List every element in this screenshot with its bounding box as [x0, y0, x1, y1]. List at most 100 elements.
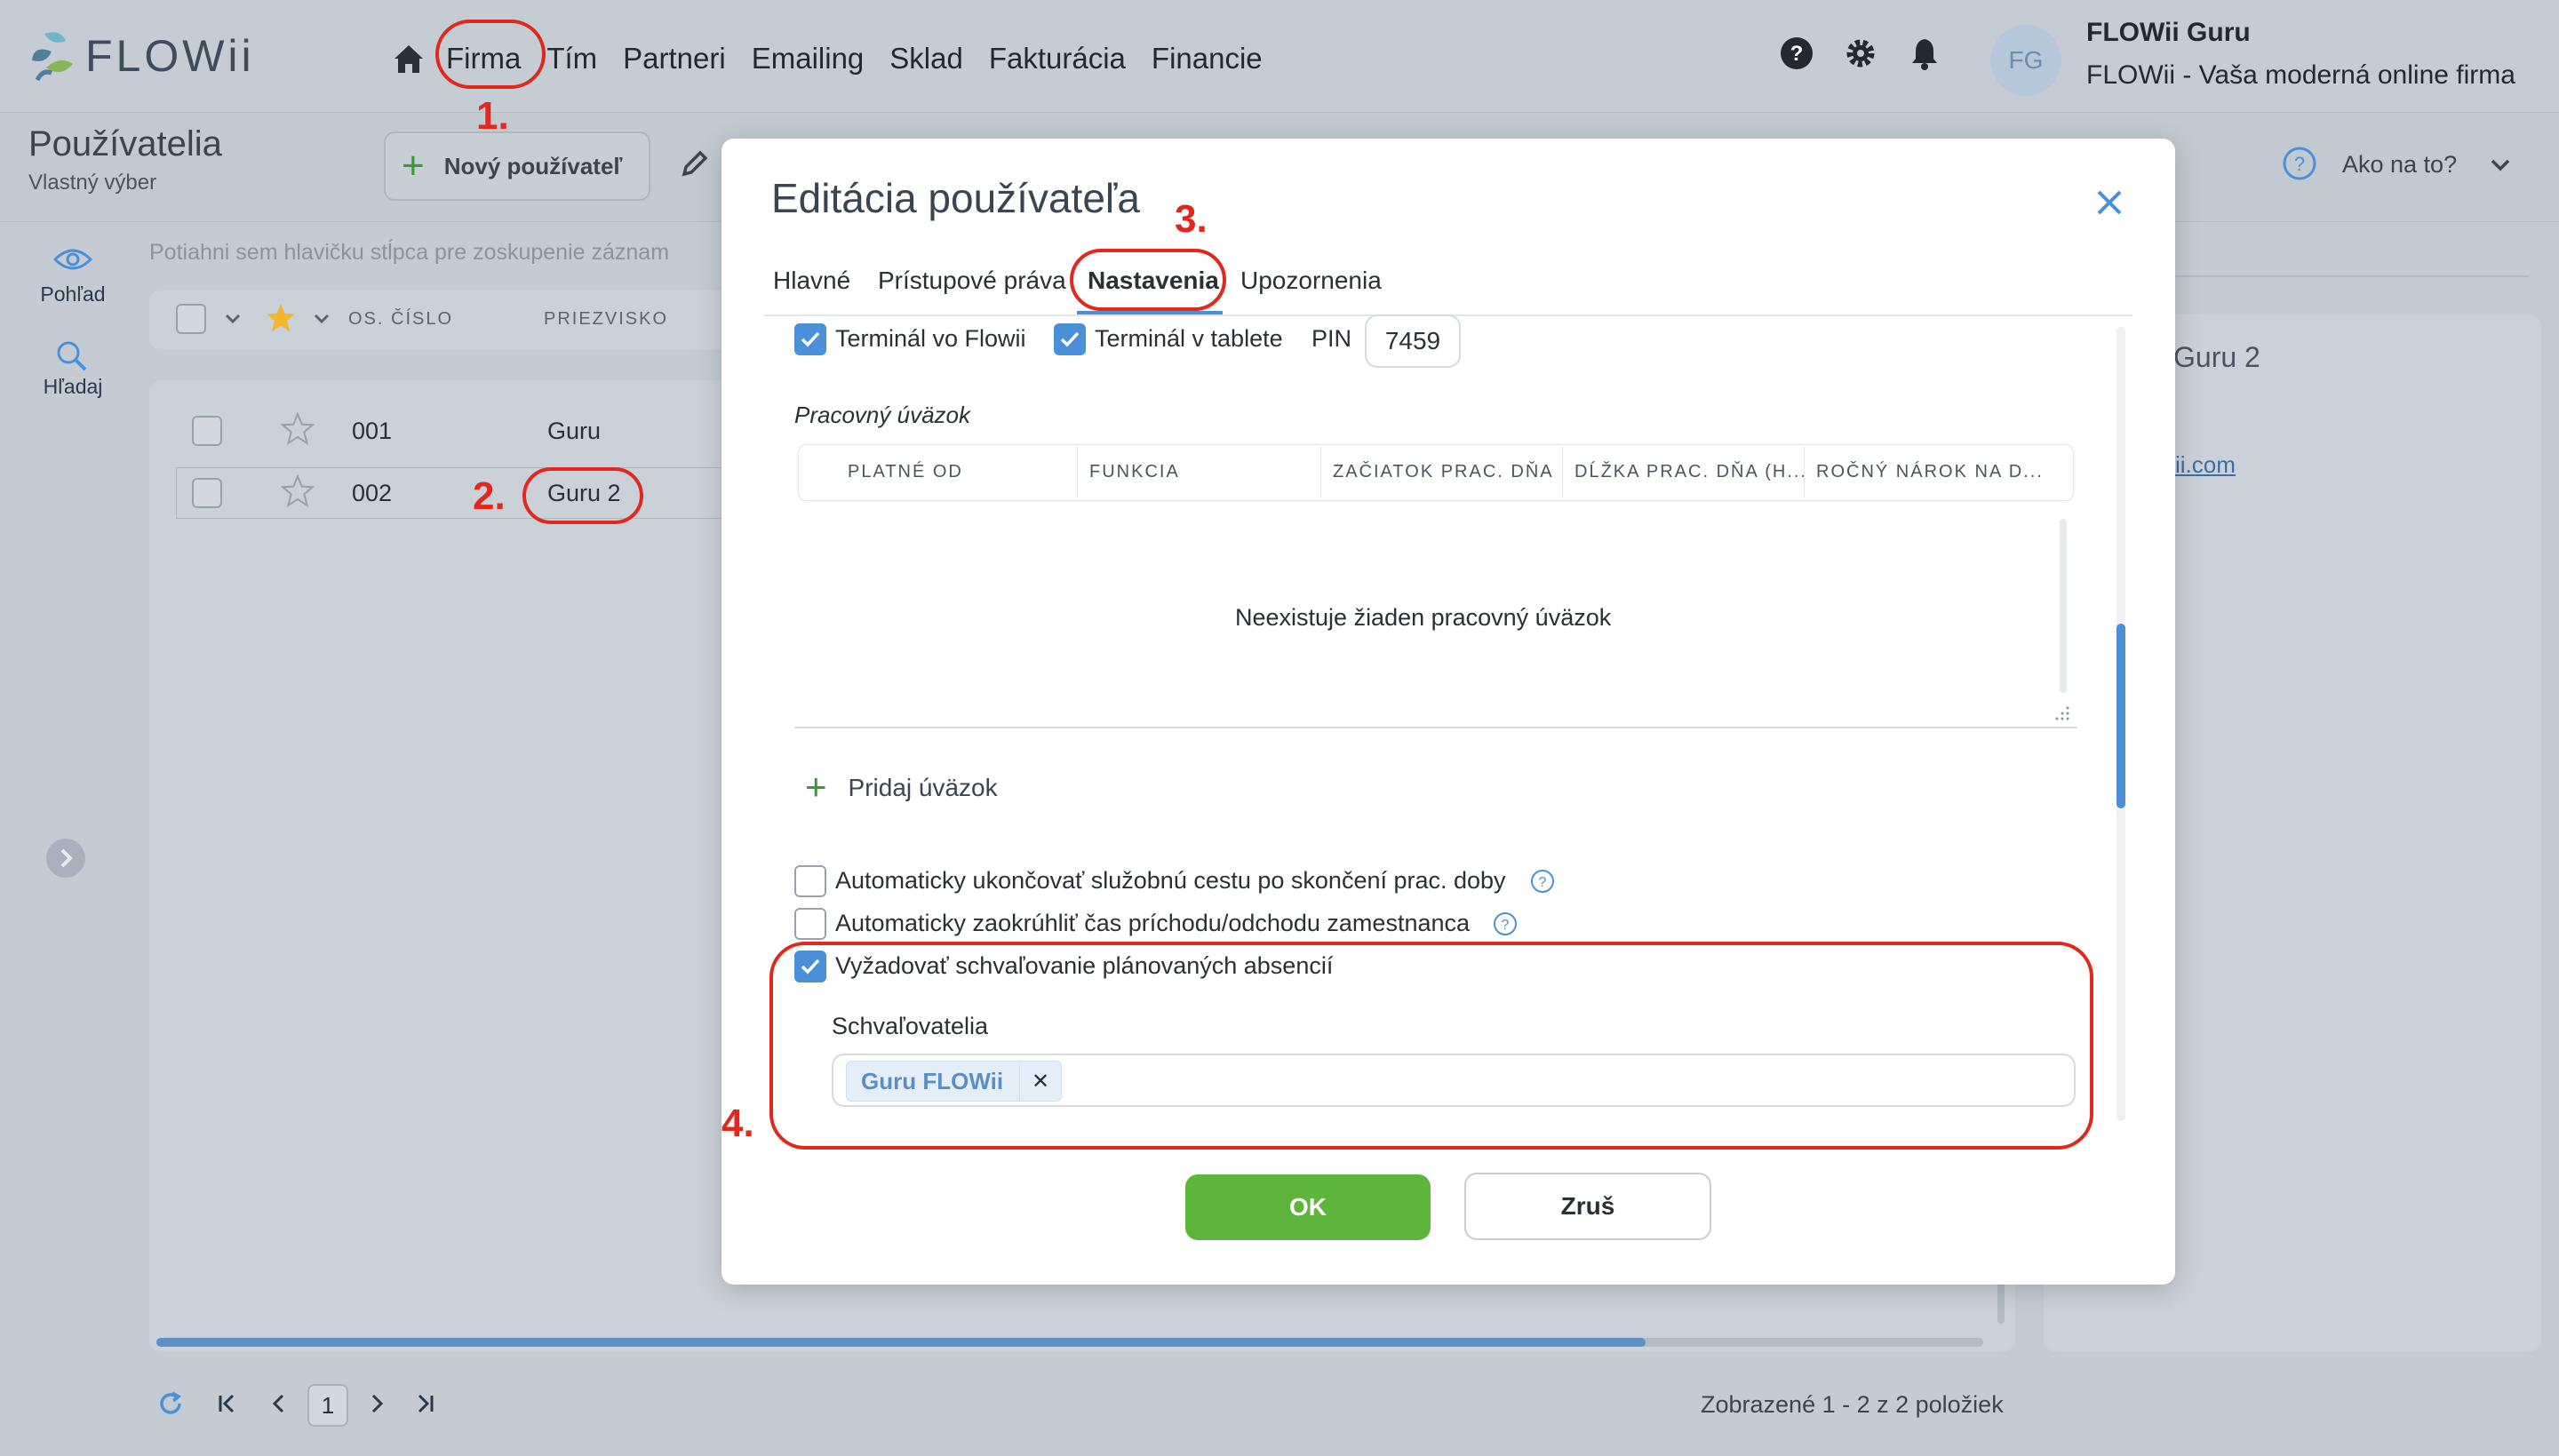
next-page-icon[interactable] — [366, 1393, 387, 1414]
svg-text:?: ? — [1502, 918, 1510, 933]
chevron-down-icon[interactable] — [313, 313, 331, 325]
close-icon[interactable] — [2093, 187, 2125, 219]
column-separator — [1562, 446, 1563, 497]
help-link[interactable]: Ako na to? — [2342, 151, 2457, 179]
row-number[interactable]: 001 — [352, 418, 392, 445]
nav-financie[interactable]: Financie — [1152, 42, 1263, 76]
avatar[interactable]: FG — [1990, 25, 2061, 96]
workload-empty-text: Neexistuje žiaden pracovný úväzok — [1235, 604, 1612, 631]
tab-pristupove-prava[interactable]: Prístupové práva — [878, 267, 1066, 295]
row-nickname[interactable]: Guru — [547, 418, 601, 445]
column-header-number[interactable]: OS. ČÍSLO — [348, 309, 453, 330]
help-icon[interactable]: ? — [1779, 36, 1814, 71]
nav-fakturacia[interactable]: Fakturácia — [989, 42, 1126, 76]
annotation-highlight-tab — [1070, 249, 1226, 311]
rail-search-label[interactable]: Hľadaj — [20, 375, 126, 399]
pin-input[interactable]: 7459 — [1365, 314, 1461, 368]
expand-arrow-button[interactable] — [46, 839, 85, 878]
column-header-annual-leave[interactable]: ROČNÝ NÁROK NA D... — [1816, 462, 2044, 482]
rail-view-label[interactable]: Pohľad — [20, 282, 126, 306]
auto-end-trip-label: Automaticky ukončovať služobnú cestu po … — [835, 867, 1506, 894]
pin-label: PIN — [1311, 325, 1352, 352]
detail-name: Guru 2 — [2173, 341, 2260, 373]
eye-icon[interactable] — [52, 245, 94, 274]
auto-round-label: Automaticky zaokrúhliť čas príchodu/odch… — [835, 910, 1471, 936]
column-separator — [1320, 446, 1321, 497]
search-icon[interactable] — [55, 339, 89, 373]
column-header-day-start[interactable]: ZAČIATOK PRAC. DŇA — [1333, 462, 1554, 482]
column-header-valid-from[interactable]: PLATNÉ OD — [848, 462, 963, 482]
svg-text:?: ? — [1539, 875, 1547, 890]
last-page-icon[interactable] — [414, 1393, 435, 1414]
auto-end-trip-checkbox[interactable] — [794, 865, 826, 897]
nav-partneri[interactable]: Partneri — [623, 42, 726, 76]
cancel-button[interactable]: Zruš — [1464, 1173, 1711, 1240]
tab-upozornenia[interactable]: Upozornenia — [1240, 267, 1382, 295]
column-header-function[interactable]: FUNKCIA — [1089, 462, 1180, 482]
svg-text:?: ? — [2294, 153, 2305, 175]
column-header-day-length[interactable]: DĹŽKA PRAC. DŇA (H... — [1574, 462, 1807, 482]
row-checkbox[interactable] — [192, 416, 222, 446]
star-outline-icon[interactable] — [281, 474, 315, 508]
star-outline-icon[interactable] — [281, 412, 315, 446]
first-page-icon[interactable] — [217, 1393, 238, 1414]
plus-icon: + — [805, 766, 827, 808]
star-filled-icon[interactable] — [265, 302, 297, 334]
row-checkbox[interactable] — [192, 478, 222, 508]
annotation-number-4: 4. — [721, 1102, 754, 1145]
chevron-down-icon[interactable] — [224, 313, 242, 325]
column-header-nickname[interactable]: PRIEZVISKO — [544, 309, 668, 330]
annotation-highlight-row — [522, 467, 643, 524]
column-separator — [1077, 446, 1078, 497]
info-help-icon[interactable]: ? — [1493, 911, 1518, 936]
prev-page-icon[interactable] — [268, 1393, 290, 1414]
ok-button[interactable]: OK — [1185, 1174, 1431, 1240]
bell-icon[interactable] — [1907, 36, 1942, 71]
annotation-number-2: 2. — [473, 474, 506, 518]
horizontal-scrollbar-thumb[interactable] — [156, 1338, 1646, 1347]
svg-text:?: ? — [1790, 42, 1804, 66]
select-all-checkbox[interactable] — [176, 304, 206, 334]
info-help-icon[interactable]: ? — [1530, 869, 1555, 894]
terminal-tablet-checkbox[interactable] — [1054, 323, 1086, 355]
help-circle-icon[interactable]: ? — [2282, 146, 2317, 181]
nav-emailing[interactable]: Emailing — [752, 42, 865, 76]
items-count: Zobrazené 1 - 2 z 2 položiek — [1701, 1391, 2004, 1418]
detail-divider — [2173, 275, 2529, 277]
page-title: Používatelia — [28, 124, 222, 163]
tab-hlavne[interactable]: Hlavné — [773, 267, 850, 295]
terminal-tablet-label: Terminál v tablete — [1095, 325, 1283, 352]
pencil-icon[interactable] — [679, 147, 711, 179]
page-subtitle: Vlastný výber — [28, 171, 157, 195]
annotation-number-1: 1. — [476, 94, 509, 138]
resize-handle-icon[interactable] — [2054, 705, 2070, 721]
detail-email-link[interactable]: ii.com — [2175, 451, 2236, 479]
auto-round-checkbox[interactable] — [794, 908, 826, 940]
terminal-flowii-checkbox[interactable] — [794, 323, 826, 355]
table-row-selected[interactable] — [176, 467, 729, 519]
terminal-flowii-label: Terminál vo Flowii — [835, 325, 1026, 352]
gear-icon[interactable] — [1843, 36, 1878, 71]
row-number[interactable]: 002 — [352, 480, 392, 507]
new-user-button[interactable]: + Nový používateľ — [384, 131, 650, 201]
workload-section-title: Pracovný úväzok — [794, 402, 970, 428]
add-workload-button[interactable]: + Pridaj úväzok — [805, 766, 998, 808]
nav-tim[interactable]: Tím — [546, 42, 597, 76]
chevron-down-icon[interactable] — [2488, 153, 2513, 178]
annotation-highlight-firma — [435, 20, 546, 89]
refresh-icon[interactable] — [156, 1389, 185, 1418]
nav-sklad[interactable]: Sklad — [889, 42, 963, 76]
home-icon[interactable] — [391, 41, 426, 76]
user-name: FLOWii Guru — [2086, 18, 2251, 47]
annotation-highlight-approval — [769, 942, 2093, 1150]
check-icon — [801, 331, 820, 347]
grid-header — [149, 290, 771, 350]
modal-title: Editácia používateľa — [771, 175, 1140, 221]
current-page[interactable]: 1 — [307, 1384, 348, 1427]
logo-text: FLOWii — [85, 31, 255, 81]
flowii-logo-icon — [32, 32, 73, 82]
vertical-scrollbar[interactable] — [1997, 1279, 2005, 1324]
group-hint: Potiahni sem hlavičku stĺpca pre zoskupe… — [149, 240, 670, 265]
modal-scrollbar-thumb[interactable] — [2117, 624, 2125, 808]
workload-table-scrollbar[interactable] — [2060, 519, 2067, 693]
